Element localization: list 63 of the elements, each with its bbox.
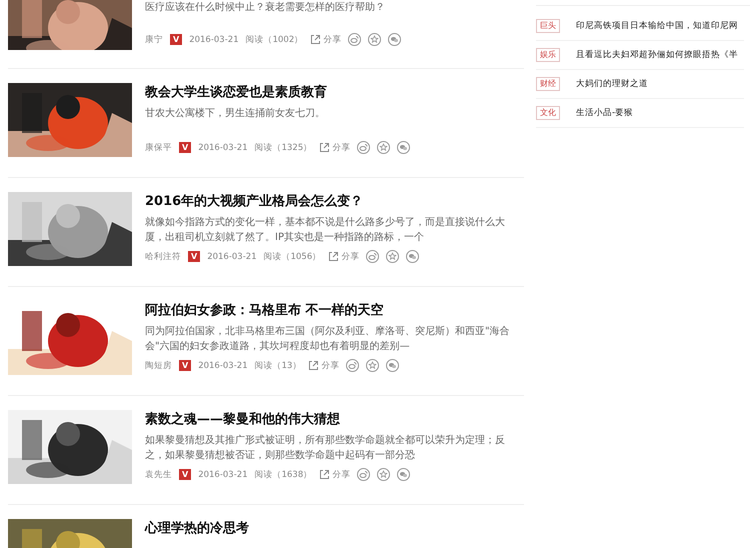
weibo-icon[interactable] <box>357 468 370 481</box>
news-link[interactable]: 生活小品-要猴 <box>576 107 634 119</box>
wechat-icon[interactable] <box>406 250 420 263</box>
share-icon[interactable] <box>308 360 320 371</box>
post-date: 2016-03-21 <box>198 360 248 370</box>
verified-badge: V <box>179 469 192 480</box>
star-icon[interactable] <box>377 141 390 154</box>
share-link[interactable]: 分享 <box>332 142 350 154</box>
verified-badge: V <box>188 251 200 262</box>
star-icon[interactable] <box>386 250 400 263</box>
post-date: 2016-03-21 <box>189 34 239 44</box>
author-name[interactable]: 康保平 <box>145 142 172 154</box>
author-name[interactable]: 陶短房 <box>145 360 172 372</box>
share-icon[interactable] <box>319 469 330 480</box>
category-tag[interactable]: 文化 <box>536 106 560 120</box>
post-date: 2016-03-21 <box>198 470 248 480</box>
author-name[interactable]: 哈利注符 <box>145 250 181 262</box>
share-icon[interactable] <box>310 34 322 45</box>
verified-badge: V <box>179 360 192 371</box>
share-link[interactable]: 分享 <box>341 250 360 262</box>
weibo-icon[interactable] <box>366 250 380 263</box>
wechat-icon[interactable] <box>388 33 402 46</box>
share-link[interactable]: 分享 <box>332 468 350 480</box>
post-date: 2016-03-21 <box>198 142 248 152</box>
verified-badge: V <box>170 34 182 45</box>
article-title[interactable]: 素数之魂——黎曼和他的伟大猜想 <box>145 411 524 429</box>
post-date: 2016-03-21 <box>207 252 257 262</box>
read-count: 阅读（1056） <box>264 250 322 262</box>
star-icon[interactable] <box>368 33 382 46</box>
author-name[interactable]: 袁先生 <box>145 468 172 480</box>
star-icon[interactable] <box>377 468 390 481</box>
weibo-icon[interactable] <box>348 33 362 46</box>
news-link[interactable]: 且看逗比夫妇邓超孙俪如何撩眼捂热《半 <box>576 49 738 61</box>
category-tag[interactable]: 巨头 <box>536 19 560 33</box>
read-count: 阅读（1638） <box>254 468 312 480</box>
article-title[interactable]: 心理学热的冷思考 <box>145 520 524 538</box>
article-title[interactable]: 2016年的大视频产业格局会怎么变？ <box>145 193 524 211</box>
weibo-icon[interactable] <box>346 359 360 372</box>
article-summary: 同为阿拉伯国家，北非马格里布三国（阿尔及利亚、摩洛哥、突尼斯）和西亚"海合会"六国的妇女参政道路，其坎坷程度却也有着明显的差别— <box>145 324 511 354</box>
share-link[interactable]: 分享 <box>323 34 342 46</box>
article-summary: 就像如今指路方式的变化一样，基本都不说是什么路多少号了，而是直接说什么大厦，出租司机立刻就了然了。IP其实也是一种指路的路标，一个 <box>145 216 506 245</box>
read-count: 阅读（1325） <box>254 142 312 154</box>
article-summary: 如果黎曼猜想及其推广形式被证明，所有那些数学命题就全都可以荣升为定理；反之，如果黎曼猜想被否证，则那些数学命题中起码有一部分恐 <box>145 434 506 463</box>
read-count: 阅读（13） <box>254 360 302 372</box>
read-count: 阅读（1002） <box>246 34 304 46</box>
article-summary: 甘农大公寓楼下，男生连捅前女友七刀。 <box>145 106 326 121</box>
news-link[interactable]: 印尼高铁项目日本输给中国，知道印尼网 <box>576 20 738 32</box>
article-summary: 医疗应该在什么时候中止？衰老需要怎样的医疗帮助？ <box>145 0 386 15</box>
share-icon[interactable] <box>328 251 340 262</box>
category-tag[interactable]: 娱乐 <box>536 48 560 62</box>
wechat-icon[interactable] <box>397 468 410 481</box>
share-icon[interactable] <box>319 142 330 153</box>
wechat-icon[interactable] <box>386 359 400 372</box>
author-name[interactable]: 康宁 <box>145 34 163 46</box>
share-link[interactable]: 分享 <box>321 360 340 372</box>
weibo-icon[interactable] <box>357 141 370 154</box>
category-tag[interactable]: 财经 <box>536 77 560 91</box>
article-title[interactable]: 教会大学生谈恋爱也是素质教育 <box>145 84 524 102</box>
wechat-icon[interactable] <box>397 141 410 154</box>
article-title[interactable]: 阿拉伯妇女参政：马格里布 不一样的天空 <box>145 302 524 320</box>
star-icon[interactable] <box>366 359 380 372</box>
news-link[interactable]: 大妈们的理财之道 <box>576 78 648 90</box>
verified-badge: V <box>179 142 192 153</box>
